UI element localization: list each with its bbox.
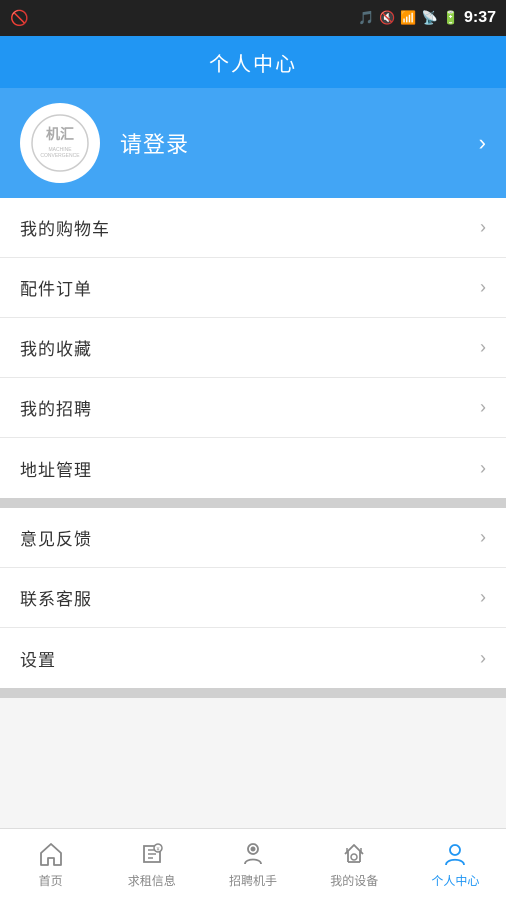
status-right-icons: 🎵 🔇 📶 📡 🔋 9:37: [358, 9, 496, 27]
tab-rental-label: 求租信息: [128, 872, 176, 889]
status-bar: 🚫 🎵 🔇 📶 📡 🔋 9:37: [0, 0, 506, 36]
app-header: 个人中心: [0, 36, 506, 88]
rental-icon: ¥: [138, 840, 166, 868]
tab-recruit[interactable]: 招聘机手: [202, 829, 303, 900]
tab-profile[interactable]: 个人中心: [405, 829, 506, 900]
status-time: 9:37: [464, 9, 496, 27]
device-icon: [340, 840, 368, 868]
tab-recruit-label: 招聘机手: [229, 872, 277, 889]
tab-my-device[interactable]: 我的设备: [304, 829, 405, 900]
home-icon: [37, 840, 65, 868]
avatar: 机汇 MACHINE CONVERGENCE: [20, 103, 100, 183]
chevron-right-icon: ›: [480, 277, 486, 298]
menu-item-label: 配件订单: [20, 275, 92, 300]
menu-item-label: 我的招聘: [20, 395, 92, 420]
menu-item-address[interactable]: 地址管理 ›: [0, 438, 506, 498]
status-left-icons: 🚫: [10, 9, 29, 27]
chevron-right-icon: ›: [480, 337, 486, 358]
chevron-right-icon: ›: [480, 458, 486, 479]
menu-item-label: 我的购物车: [20, 215, 110, 240]
menu-item-label: 我的收藏: [20, 335, 92, 360]
menu-item-feedback[interactable]: 意见反馈 ›: [0, 508, 506, 568]
no-entry-icon: 🚫: [10, 9, 29, 27]
wifi-icon: 📶: [400, 10, 416, 26]
chevron-right-icon: ›: [480, 648, 486, 669]
profile-banner[interactable]: 机汇 MACHINE CONVERGENCE 请登录 ›: [0, 88, 506, 198]
menu-item-favorites[interactable]: 我的收藏 ›: [0, 318, 506, 378]
tab-my-device-label: 我的设备: [330, 872, 378, 889]
tab-home-label: 首页: [39, 872, 63, 889]
mute-icon: 🔇: [379, 10, 395, 26]
menu-item-shopping-cart[interactable]: 我的购物车 ›: [0, 198, 506, 258]
login-prompt: 请登录: [120, 127, 189, 159]
chevron-right-icon: ›: [480, 217, 486, 238]
page-title: 个人中心: [209, 48, 297, 77]
menu-item-recruitment[interactable]: 我的招聘 ›: [0, 378, 506, 438]
tab-profile-label: 个人中心: [431, 872, 479, 889]
menu-item-label: 设置: [20, 646, 56, 671]
recruit-icon: [239, 840, 267, 868]
svg-text:CONVERGENCE: CONVERGENCE: [40, 153, 80, 159]
menu-item-label: 联系客服: [20, 585, 92, 610]
menu-item-settings[interactable]: 设置 ›: [0, 628, 506, 688]
tab-rental[interactable]: ¥ 求租信息: [101, 829, 202, 900]
content-area: 机汇 MACHINE CONVERGENCE 请登录 › 我的购物车 › 配件订…: [0, 88, 506, 828]
profile-chevron-icon: ›: [479, 130, 486, 156]
music-icon: 🎵: [358, 10, 374, 26]
menu-item-parts-order[interactable]: 配件订单 ›: [0, 258, 506, 318]
bottom-section-divider: [0, 688, 506, 698]
svg-text:¥: ¥: [156, 847, 159, 853]
chevron-right-icon: ›: [480, 587, 486, 608]
profile-icon: [441, 840, 469, 868]
menu-item-label: 意见反馈: [20, 525, 92, 550]
menu-group-1: 我的购物车 › 配件订单 › 我的收藏 › 我的招聘 › 地址管理 ›: [0, 198, 506, 498]
chevron-right-icon: ›: [480, 527, 486, 548]
section-divider: [0, 498, 506, 508]
menu-group-2: 意见反馈 › 联系客服 › 设置 ›: [0, 508, 506, 688]
battery-icon: 🔋: [443, 10, 459, 26]
menu-item-label: 地址管理: [20, 456, 92, 481]
tab-bar: 首页 ¥ 求租信息 招聘机手 我的设备 个: [0, 828, 506, 900]
avatar-logo-svg: 机汇 MACHINE CONVERGENCE: [30, 113, 90, 173]
svg-text:机汇: 机汇: [46, 126, 74, 142]
chevron-right-icon: ›: [480, 397, 486, 418]
menu-item-customer-service[interactable]: 联系客服 ›: [0, 568, 506, 628]
tab-home[interactable]: 首页: [0, 829, 101, 900]
signal-icon: 📡: [422, 10, 438, 26]
